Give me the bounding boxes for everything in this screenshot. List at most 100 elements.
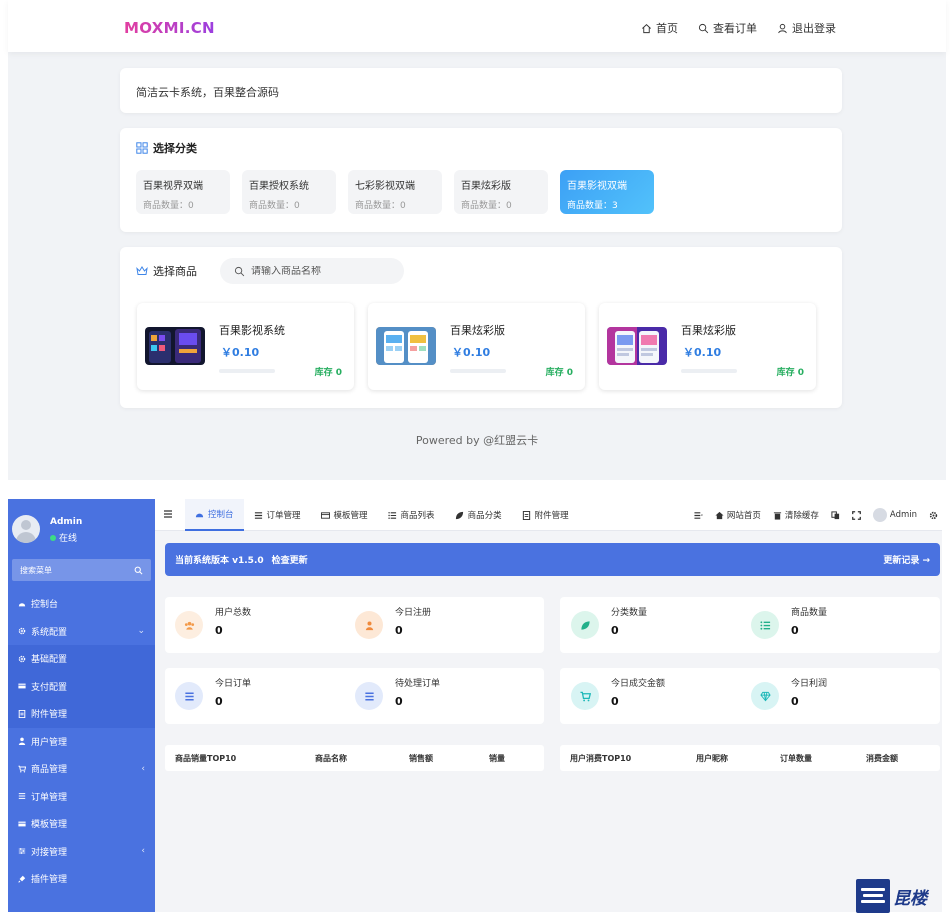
stat-icon-bg — [175, 682, 203, 710]
nav-home[interactable]: 首页 — [641, 20, 678, 36]
stat-label: 今日成交金额 — [611, 679, 666, 689]
goods-price: ￥0.10 — [221, 346, 260, 359]
stat-label: 今日注册 — [395, 608, 432, 618]
table-column-header: 用户昵称 — [696, 753, 728, 763]
goods-search[interactable] — [220, 258, 404, 284]
goods-item[interactable]: 百果炫彩版 ￥0.10 库存 0 — [368, 303, 585, 390]
file-icon — [18, 709, 26, 718]
sidebar-item-products[interactable]: 商品管理 ‹ — [8, 755, 155, 783]
version-text: 当前系统版本 v1.5.0 — [175, 556, 264, 566]
settings-button[interactable] — [929, 511, 938, 520]
menu-search[interactable]: 搜索菜单 — [12, 559, 151, 581]
leaf-icon — [580, 620, 590, 630]
sidebar-item-users[interactable]: 用户管理 — [8, 728, 155, 756]
site-logo[interactable]: MOXMI.CN — [124, 19, 215, 37]
goods-search-input[interactable] — [251, 265, 391, 277]
sidebar-item-label: 系统配置 — [31, 627, 68, 638]
stat-icon-bg — [571, 682, 599, 710]
fullscreen-button[interactable] — [851, 510, 861, 520]
sidebar-item-templates[interactable]: 模板管理 — [8, 810, 155, 838]
avatar[interactable] — [12, 515, 40, 543]
dashboard-icon — [18, 602, 26, 607]
list-icon — [387, 511, 396, 519]
goods-item[interactable]: 百果影视系统 ￥0.10 库存 0 — [137, 303, 354, 390]
changelog-link[interactable]: 更新记录 → — [883, 553, 930, 566]
crown-icon — [136, 266, 148, 275]
shop-screenshot: MOXMI.CN 首页 查看订单 退出登录 简洁云卡系统，百果整合源码 选择分类… — [8, 0, 946, 480]
stat-value: 0 — [395, 624, 403, 637]
stat-value: 0 — [215, 624, 223, 637]
notice-text: 简洁云卡系统，百果整合源码 — [136, 86, 279, 99]
nav-logout[interactable]: 退出登录 — [777, 20, 836, 36]
fullscreen-icon — [851, 510, 861, 520]
goods-item[interactable]: 百果炫彩版 ￥0.10 库存 0 — [599, 303, 816, 390]
tab-label: 模板管理 — [333, 511, 368, 521]
sidebar-item-dashboard[interactable]: 控制台 — [8, 590, 155, 618]
list-icon — [759, 620, 770, 630]
table-column-header: 销售额 — [409, 753, 433, 763]
goods-stock-bar — [681, 369, 737, 373]
check-update-link[interactable]: 检查更新 — [272, 553, 308, 566]
product-sales-table-header: 商品销量TOP10 商品名称 销售额 销量 — [165, 745, 544, 771]
stat-today-registrations: 今日注册 0 — [355, 605, 431, 639]
online-dot-icon — [50, 534, 56, 541]
category-card: 选择分类 百果视界双端 商品数量：0 百果授权系统 商品数量：0 七彩影视双端 商品数… — [120, 128, 842, 232]
sidebar-item-basic-config[interactable]: 基础配置 — [8, 645, 155, 673]
stat-today-sales: 今日成交金额 0 — [571, 676, 665, 710]
category-item[interactable]: 百果视界双端 商品数量：0 — [136, 170, 230, 214]
tab-product-category[interactable]: 商品分类 — [445, 499, 512, 531]
file-icon — [522, 510, 530, 520]
tab-product-list[interactable]: 商品列表 — [378, 499, 445, 531]
user-icon — [18, 737, 26, 746]
sidebar-item-integrations[interactable]: 对接管理 ‹ — [8, 838, 155, 866]
category-name: 百果炫彩版 — [461, 181, 511, 192]
online-status: 在线 — [50, 531, 77, 544]
sliders-icon — [18, 848, 26, 855]
menu-search-label: 搜索菜单 — [20, 565, 52, 575]
goods-stock-bar — [219, 369, 275, 373]
stat-total-users: 用户总数 0 — [175, 605, 251, 639]
tab-label: 订单管理 — [266, 511, 301, 521]
copy-button[interactable] — [831, 510, 840, 520]
clear-cache-label: 清除缓存 — [784, 511, 819, 521]
sidebar-item-system-config[interactable]: 系统配置 ⌄ — [8, 618, 155, 646]
sidebar-item-label: 模板管理 — [31, 820, 68, 831]
stat-value: 0 — [791, 695, 799, 708]
sidebar-item-plugins[interactable]: 插件管理 — [8, 865, 155, 893]
sidebar-item-label: 控制台 — [31, 600, 59, 611]
search-icon — [698, 23, 709, 33]
tab-orders[interactable]: 订单管理 — [244, 499, 311, 531]
sidebar-item-label: 支付配置 — [31, 682, 68, 693]
list-icon — [184, 692, 194, 700]
tab-templates[interactable]: 模板管理 — [311, 499, 378, 531]
category-item-active[interactable]: 百果影视双端 商品数量：3 — [560, 170, 654, 214]
category-list: 百果视界双端 商品数量：0 百果授权系统 商品数量：0 七彩影视双端 商品数量：0 百… — [136, 170, 654, 214]
hamburger-icon[interactable] — [163, 509, 173, 519]
category-item[interactable]: 百果炫彩版 商品数量：0 — [454, 170, 548, 214]
clear-cache-button[interactable]: 清除缓存 — [773, 509, 819, 521]
gear-icon — [18, 627, 26, 635]
sidebar-item-attachments[interactable]: 附件管理 — [8, 700, 155, 728]
category-item[interactable]: 七彩影视双端 商品数量：0 — [348, 170, 442, 214]
category-item[interactable]: 百果授权系统 商品数量：0 — [242, 170, 336, 214]
chevron-left-icon: ‹ — [141, 846, 145, 857]
goods-thumbnail — [607, 327, 667, 365]
watermark-badge-icon — [856, 879, 890, 913]
category-count: 商品数量：3 — [567, 201, 618, 211]
admin-tabs: 控制台 订单管理 模板管理 商品列表 商品分类 附件管理 — [185, 499, 579, 531]
stat-value: 0 — [791, 624, 799, 637]
nav-orders[interactable]: 查看订单 — [698, 20, 757, 36]
site-home-button[interactable]: 网站首页 — [715, 509, 761, 521]
tab-dashboard[interactable]: 控制台 — [185, 499, 244, 531]
sidebar-item-orders[interactable]: 订单管理 — [8, 783, 155, 811]
trash-icon — [773, 511, 781, 520]
chevron-down-icon: ⌄ — [137, 626, 145, 637]
copy-icon — [831, 510, 840, 519]
stat-label: 用户总数 — [215, 608, 252, 618]
stat-value: 0 — [611, 695, 619, 708]
user-menu[interactable]: Admin — [872, 508, 917, 522]
tabs-menu-button[interactable] — [694, 511, 703, 520]
notice-card: 简洁云卡系统，百果整合源码 — [120, 68, 842, 113]
sidebar-item-payment-config[interactable]: 支付配置 — [8, 672, 155, 700]
tab-attachments[interactable]: 附件管理 — [512, 499, 579, 531]
